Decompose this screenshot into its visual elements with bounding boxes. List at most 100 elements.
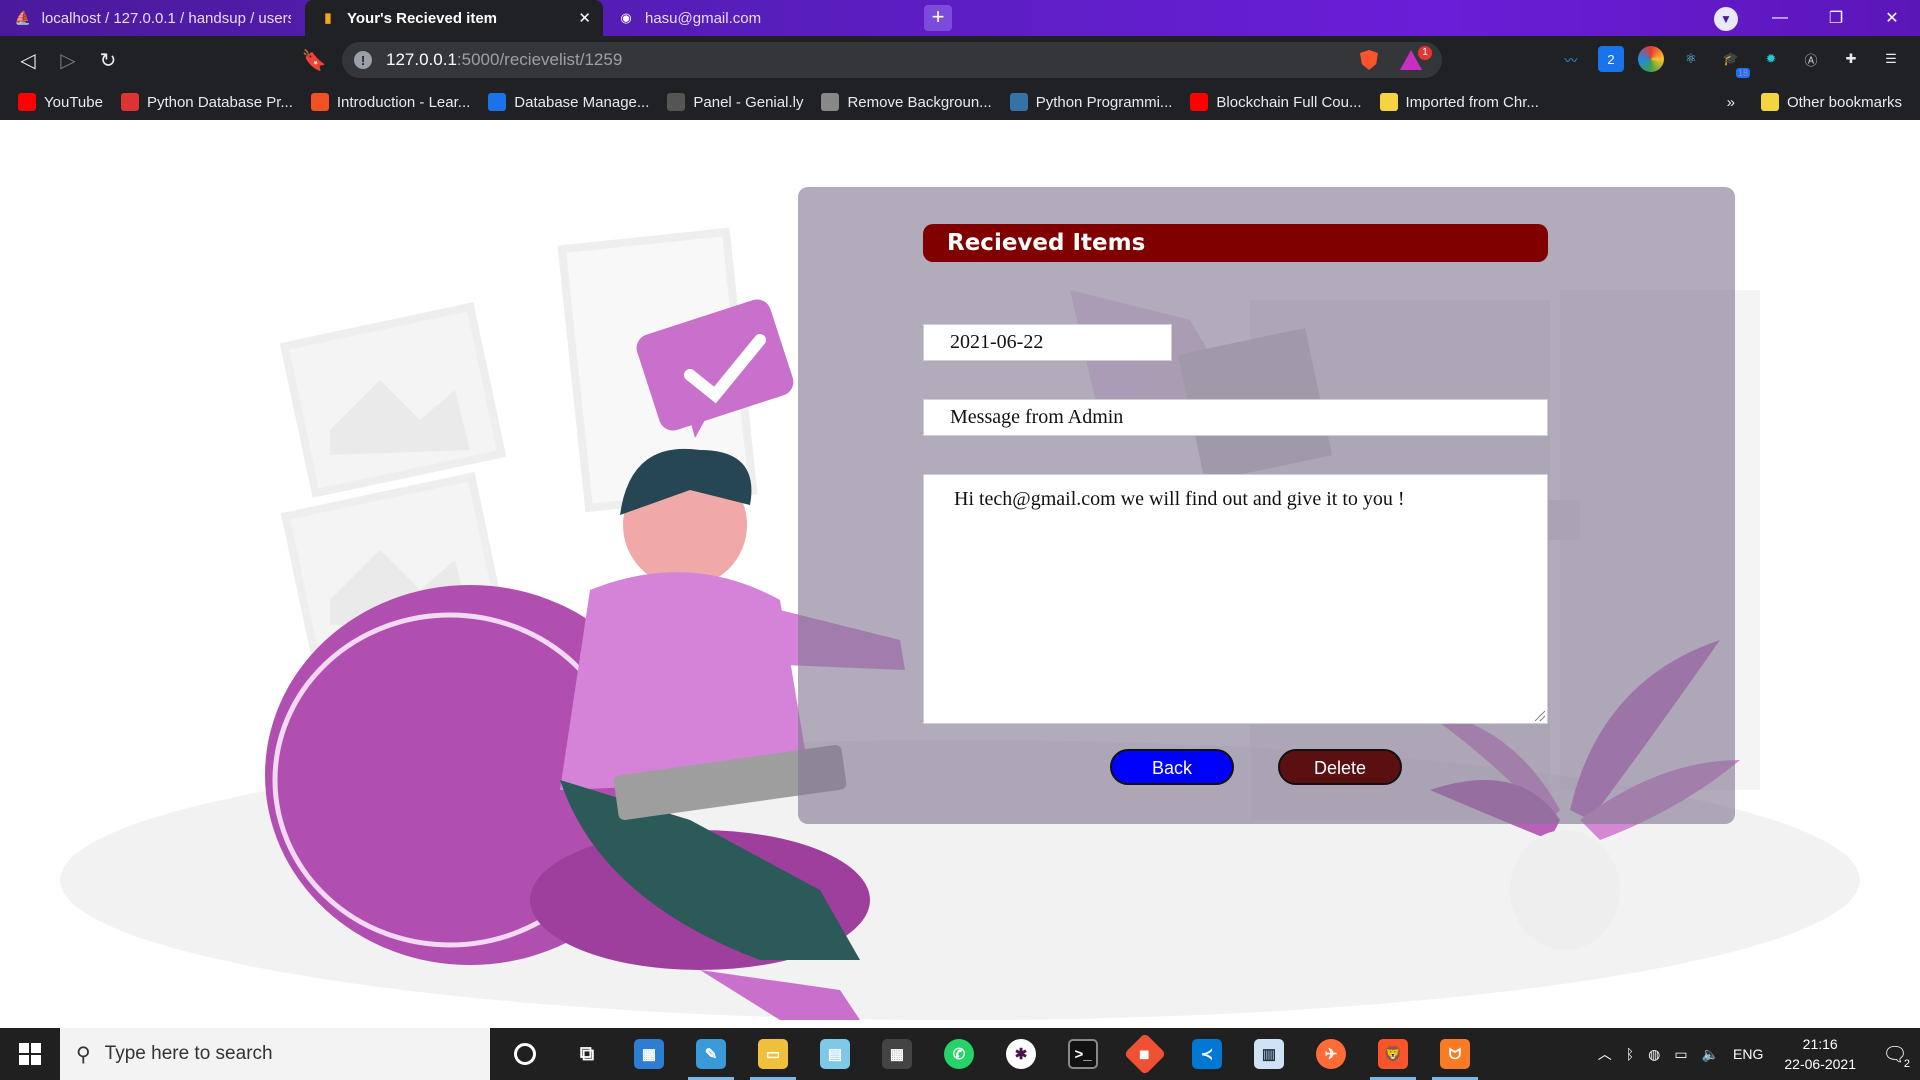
bookmark-label: Blockchain Full Cou... [1216, 93, 1362, 111]
tab-title: localhost / 127.0.0.1 / handsup / users [41, 9, 291, 27]
graduation-extension-icon[interactable]: 🎓 18 [1718, 46, 1750, 78]
clock-date: 22-06-2021 [1784, 1056, 1856, 1072]
page-title: Recieved Items [923, 224, 1548, 262]
window-controls: — ❐ ✕ [1752, 0, 1920, 36]
bookmarks-right: » Other bookmarks [1727, 84, 1902, 120]
whatsapp-icon[interactable]: ✆ [928, 1028, 990, 1080]
document-icon[interactable]: ▥ [1238, 1028, 1300, 1080]
vscode-icon[interactable]: ≺ [1176, 1028, 1238, 1080]
youtube-icon [1190, 93, 1209, 111]
globe-icon: ◉ [620, 10, 632, 25]
page-content: Recieved Items 2021-06-22 Message from A… [0, 120, 1920, 1028]
close-window-icon[interactable]: ✕ [1864, 0, 1920, 36]
taskbar-search[interactable]: ⚲ Type here to search [60, 1028, 490, 1080]
other-bookmarks-label: Other bookmarks [1786, 93, 1902, 111]
other-bookmarks[interactable]: Other bookmarks [1760, 93, 1902, 111]
tab-phpmyadmin[interactable]: ⛵ localhost / 127.0.0.1 / handsup / user… [0, 0, 305, 36]
react-devtools-icon[interactable]: ⚛ [1678, 46, 1704, 72]
browser-titlebar: ⛵ localhost / 127.0.0.1 / handsup / user… [0, 0, 1920, 36]
cortana-icon[interactable] [494, 1028, 556, 1080]
browser-toolbar: ◁ ▷ ↻ 🔖 ! 127.0.0.1 :5000/recievelist/12… [0, 36, 1920, 84]
delete-button[interactable]: Delete [1278, 749, 1402, 785]
notifications-icon[interactable]: 🗨 2 [1870, 1028, 1920, 1080]
postman-icon[interactable]: ✈ [1300, 1028, 1362, 1080]
bookmark-item[interactable]: Database Manage... [488, 93, 649, 111]
puzzle-icon[interactable]: ✚ [1838, 46, 1864, 72]
phpmyadmin-icon: ⛵ [14, 10, 31, 25]
slack-icon[interactable]: ✱ [990, 1028, 1052, 1080]
resize-handle-icon[interactable] [1535, 711, 1545, 721]
volume-icon[interactable]: 🔈 [1695, 1046, 1726, 1063]
bookmark-item[interactable]: Panel - Genial.ly [667, 93, 803, 111]
bluetooth-icon[interactable]: ᛒ [1619, 1046, 1641, 1062]
calculator-icon[interactable]: ▦ [866, 1028, 928, 1080]
xampp-icon[interactable]: ᗢ [1424, 1028, 1486, 1080]
store-icon[interactable]: ▦ [618, 1028, 680, 1080]
brave-shield-icon[interactable] [1360, 50, 1378, 70]
bookmarks-bar: YouTube Python Database Pr... Introduction… [0, 84, 1920, 120]
windows-logo-icon [19, 1043, 41, 1065]
date-field[interactable]: 2021-06-22 [923, 324, 1172, 361]
bookmark-item[interactable]: Remove Backgroun... [821, 93, 992, 111]
taskbar-apps: ⧉ ▦ ✎ ▭ ▤ ▦ ✆ ✱ >_ ◆ ≺ ▥ ✈ 🦁 ᗢ [494, 1028, 1486, 1080]
profile-menu-icon[interactable]: ▼ [1714, 7, 1738, 31]
back-nav-icon[interactable]: ◁ [8, 40, 48, 80]
tab-gmail[interactable]: ◉ hasu@gmail.com [603, 0, 908, 36]
bookmark-label: YouTube [44, 93, 103, 111]
new-tab-button[interactable]: + [924, 5, 952, 31]
bookmark-item[interactable]: Python Programmi... [1009, 93, 1172, 111]
network-icon[interactable]: ◍ [1641, 1046, 1667, 1063]
bookmark-label: Remove Backgroun... [847, 93, 992, 111]
url-path: :5000/recievelist/1259 [456, 50, 623, 69]
chevron-up-icon[interactable]: ︿ [1591, 1044, 1619, 1064]
bookmark-page-icon[interactable]: 🔖 [294, 40, 334, 80]
bookmark-item[interactable]: Blockchain Full Cou... [1190, 93, 1362, 111]
c-logo-icon [488, 93, 507, 111]
brave-browser-icon[interactable]: 🦁 [1362, 1028, 1424, 1080]
clock[interactable]: 21:16 22-06-2021 [1770, 1034, 1870, 1074]
color-extension-icon[interactable] [1638, 46, 1664, 72]
wave-extension-icon[interactable]: 〰 [1558, 46, 1584, 72]
tab-received-item[interactable]: ▮ Your's Recieved item ✕ [305, 0, 603, 36]
system-tray: ︿ ᛒ ◍ ▭ 🔈 ENG 21:16 22-06-2021 🗨 2 [1591, 1028, 1920, 1080]
menu-icon[interactable]: ☰ [1878, 46, 1904, 72]
search-placeholder: Type here to search [104, 1043, 273, 1064]
gear-extension-icon[interactable]: ✹ [1758, 46, 1784, 72]
bookmark-favicon-icon [120, 93, 139, 111]
back-button[interactable]: Back [1110, 749, 1234, 785]
bookmark-item[interactable]: YouTube [18, 93, 103, 111]
language-indicator[interactable]: ENG [1726, 1046, 1770, 1062]
task-view-icon[interactable]: ⧉ [556, 1028, 618, 1080]
restore-icon[interactable]: ❐ [1808, 0, 1864, 36]
account-extension-icon[interactable]: Ⓐ [1798, 46, 1824, 72]
bookmark-item[interactable]: Introduction - Lear... [310, 93, 470, 111]
notepad-icon[interactable]: ▤ [804, 1028, 866, 1080]
folder-icon [1760, 93, 1779, 111]
reload-icon[interactable]: ↻ [88, 40, 128, 80]
more-bookmarks-chevron-icon[interactable]: » [1727, 94, 1735, 111]
number-extension-icon[interactable]: 2 [1598, 46, 1624, 72]
rewards-badge: 1 [1418, 46, 1432, 60]
bookmark-item[interactable]: Python Database Pr... [120, 93, 293, 111]
notification-count: 2 [1903, 1058, 1910, 1070]
battery-icon[interactable]: ▭ [1667, 1046, 1694, 1063]
address-bar[interactable]: ! 127.0.0.1 :5000/recievelist/1259 1 [342, 42, 1442, 78]
terminal-icon[interactable]: >_ [1052, 1028, 1114, 1080]
folder-icon [1379, 93, 1398, 111]
paint-icon[interactable]: ✎ [680, 1028, 742, 1080]
extension-badge: 18 [1735, 68, 1750, 78]
forward-nav-icon[interactable]: ▷ [48, 40, 88, 80]
start-button[interactable] [0, 1028, 60, 1080]
windows-taskbar: ⚲ Type here to search ⧉ ▦ ✎ ▭ ▤ ▦ ✆ ✱ >_… [0, 1028, 1920, 1080]
close-tab-icon[interactable]: ✕ [578, 9, 591, 27]
microsoft-icon [310, 93, 329, 111]
subject-field[interactable]: Message from Admin [923, 399, 1548, 436]
bookmark-label: Database Manage... [514, 93, 650, 111]
file-explorer-icon[interactable]: ▭ [742, 1028, 804, 1080]
url-host: 127.0.0.1 [386, 50, 457, 69]
minimize-icon[interactable]: — [1752, 0, 1808, 36]
site-info-icon[interactable]: ! [354, 51, 372, 69]
git-icon[interactable]: ◆ [1114, 1028, 1176, 1080]
message-textarea[interactable]: Hi tech@gmail.com we will find out and g… [923, 474, 1548, 724]
bookmark-item[interactable]: Imported from Chr... [1379, 93, 1539, 111]
